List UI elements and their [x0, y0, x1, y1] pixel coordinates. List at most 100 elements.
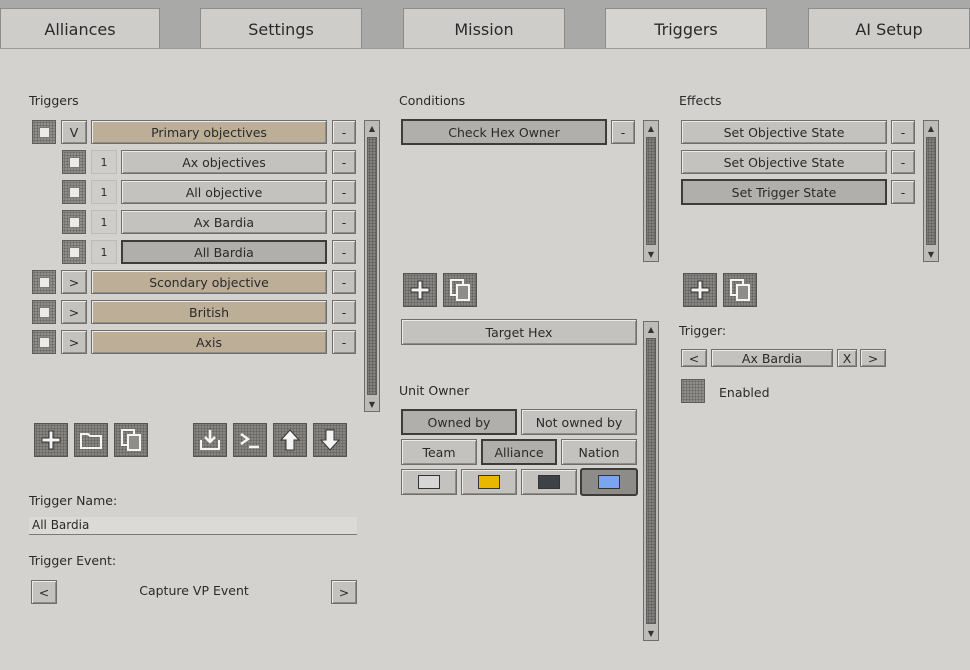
trigger-checkbox[interactable]: [62, 210, 86, 234]
nation-button[interactable]: Nation: [561, 439, 637, 465]
tab-settings[interactable]: Settings: [200, 8, 362, 50]
scroll-down-icon[interactable]: ▼: [644, 247, 658, 261]
trigger-item-british[interactable]: British: [91, 300, 327, 324]
owned-by-button[interactable]: Owned by: [401, 409, 517, 435]
copy-icon: [121, 429, 141, 451]
scroll-up-icon[interactable]: ▲: [924, 121, 938, 135]
effects-scrollbar[interactable]: ▲ ▼: [923, 120, 939, 262]
effect-remove-button[interactable]: -: [891, 120, 915, 144]
trigger-clear-button[interactable]: X: [837, 349, 857, 367]
effect-item-set-trigger-state[interactable]: Set Trigger State: [681, 179, 887, 205]
trigger-item-primary-objectives[interactable]: Primary objectives: [91, 120, 327, 144]
move-down-button[interactable]: [313, 423, 347, 457]
tab-ai-setup[interactable]: AI Setup: [808, 8, 970, 50]
trigger-expand-button[interactable]: >: [61, 330, 87, 354]
trigger-item-ax-objectives[interactable]: Ax objectives: [121, 150, 327, 174]
scroll-thumb[interactable]: [646, 338, 656, 624]
scroll-up-icon[interactable]: ▲: [365, 121, 379, 135]
tab-mission[interactable]: Mission: [403, 8, 565, 50]
trigger-item-all-objective[interactable]: All objective: [121, 180, 327, 204]
add-effect-button[interactable]: [683, 273, 717, 307]
duplicate-trigger-button[interactable]: [114, 423, 148, 457]
condition-detail-scrollbar[interactable]: ▲ ▼: [643, 321, 659, 641]
scroll-up-icon[interactable]: ▲: [644, 322, 658, 336]
trigger-next-button[interactable]: >: [860, 349, 886, 367]
conditions-header: Conditions: [399, 93, 466, 108]
trigger-remove-button[interactable]: -: [332, 120, 356, 144]
scroll-thumb[interactable]: [367, 137, 377, 395]
trigger-event-value: Capture VP Event: [139, 583, 249, 598]
copy-icon: [450, 279, 470, 301]
scroll-thumb[interactable]: [926, 137, 936, 245]
trigger-item-scondary-objective[interactable]: Scondary objective: [91, 270, 327, 294]
enabled-checkbox[interactable]: [681, 379, 705, 403]
trigger-item-all-bardia[interactable]: All Bardia: [121, 240, 327, 264]
conditions-scrollbar[interactable]: ▲ ▼: [643, 120, 659, 262]
condition-item-check-hex-owner[interactable]: Check Hex Owner: [401, 119, 607, 145]
download-icon: [200, 430, 220, 450]
plus-icon: [410, 280, 430, 300]
target-hex-button[interactable]: Target Hex: [401, 319, 637, 345]
trigger-remove-button[interactable]: -: [332, 180, 356, 204]
color-option-dark-gray[interactable]: [521, 469, 577, 495]
event-prev-button[interactable]: <: [31, 580, 57, 604]
trigger-prev-button[interactable]: <: [681, 349, 707, 367]
trigger-checkbox[interactable]: [32, 330, 56, 354]
effect-item-set-objective-state[interactable]: Set Objective State: [681, 150, 887, 174]
trigger-remove-button[interactable]: -: [332, 300, 356, 324]
effect-remove-button[interactable]: -: [891, 150, 915, 174]
effects-header: Effects: [679, 93, 722, 108]
triggers-header: Triggers: [29, 93, 79, 108]
trigger-item-ax-bardia[interactable]: Ax Bardia: [121, 210, 327, 234]
tab-triggers[interactable]: Triggers: [605, 8, 767, 50]
trigger-count: 1: [91, 180, 117, 204]
trigger-expand-button[interactable]: >: [61, 300, 87, 324]
trigger-checkbox[interactable]: [32, 300, 56, 324]
add-folder-button[interactable]: [74, 423, 108, 457]
trigger-checkbox[interactable]: [32, 120, 56, 144]
trigger-name-label: Trigger Name:: [29, 493, 118, 508]
trigger-expand-button[interactable]: >: [61, 270, 87, 294]
tab-alliances[interactable]: Alliances: [0, 8, 160, 50]
duplicate-condition-button[interactable]: [443, 273, 477, 307]
triggers-panel: Triggers V Primary objectives - 1 Ax obj…: [0, 48, 970, 670]
trigger-item-axis[interactable]: Axis: [91, 330, 327, 354]
terminal-icon: [240, 432, 259, 449]
scroll-down-icon[interactable]: ▼: [924, 247, 938, 261]
not-owned-by-button[interactable]: Not owned by: [521, 409, 637, 435]
trigger-name-input[interactable]: All Bardia: [29, 517, 357, 535]
scroll-thumb[interactable]: [646, 137, 656, 245]
trigger-checkbox[interactable]: [62, 150, 86, 174]
add-trigger-button[interactable]: [34, 423, 68, 457]
arrow-up-icon: [279, 429, 301, 451]
scroll-down-icon[interactable]: ▼: [644, 626, 658, 640]
trigger-remove-button[interactable]: -: [332, 150, 356, 174]
color-option-blue[interactable]: [580, 468, 638, 496]
duplicate-effect-button[interactable]: [723, 273, 757, 307]
trigger-remove-button[interactable]: -: [332, 270, 356, 294]
color-option-yellow[interactable]: [461, 469, 517, 495]
color-option-light-gray[interactable]: [401, 469, 457, 495]
script-console-button[interactable]: [233, 423, 267, 457]
trigger-checkbox[interactable]: [62, 240, 86, 264]
team-button[interactable]: Team: [401, 439, 477, 465]
import-trigger-button[interactable]: [193, 423, 227, 457]
scroll-down-icon[interactable]: ▼: [365, 397, 379, 411]
triggers-scrollbar[interactable]: ▲ ▼: [364, 120, 380, 412]
trigger-remove-button[interactable]: -: [332, 330, 356, 354]
add-condition-button[interactable]: [403, 273, 437, 307]
trigger-checkbox[interactable]: [62, 180, 86, 204]
event-next-button[interactable]: >: [331, 580, 357, 604]
trigger-checkbox[interactable]: [32, 270, 56, 294]
condition-remove-button[interactable]: -: [611, 120, 635, 144]
trigger-select-value[interactable]: Ax Bardia: [711, 349, 833, 367]
trigger-expand-button[interactable]: V: [61, 120, 87, 144]
color-swatch: [598, 475, 620, 489]
scroll-up-icon[interactable]: ▲: [644, 121, 658, 135]
move-up-button[interactable]: [273, 423, 307, 457]
effect-remove-button[interactable]: -: [891, 180, 915, 204]
trigger-remove-button[interactable]: -: [332, 210, 356, 234]
effect-item-set-objective-state[interactable]: Set Objective State: [681, 120, 887, 144]
alliance-button[interactable]: Alliance: [481, 439, 557, 465]
trigger-remove-button[interactable]: -: [332, 240, 356, 264]
